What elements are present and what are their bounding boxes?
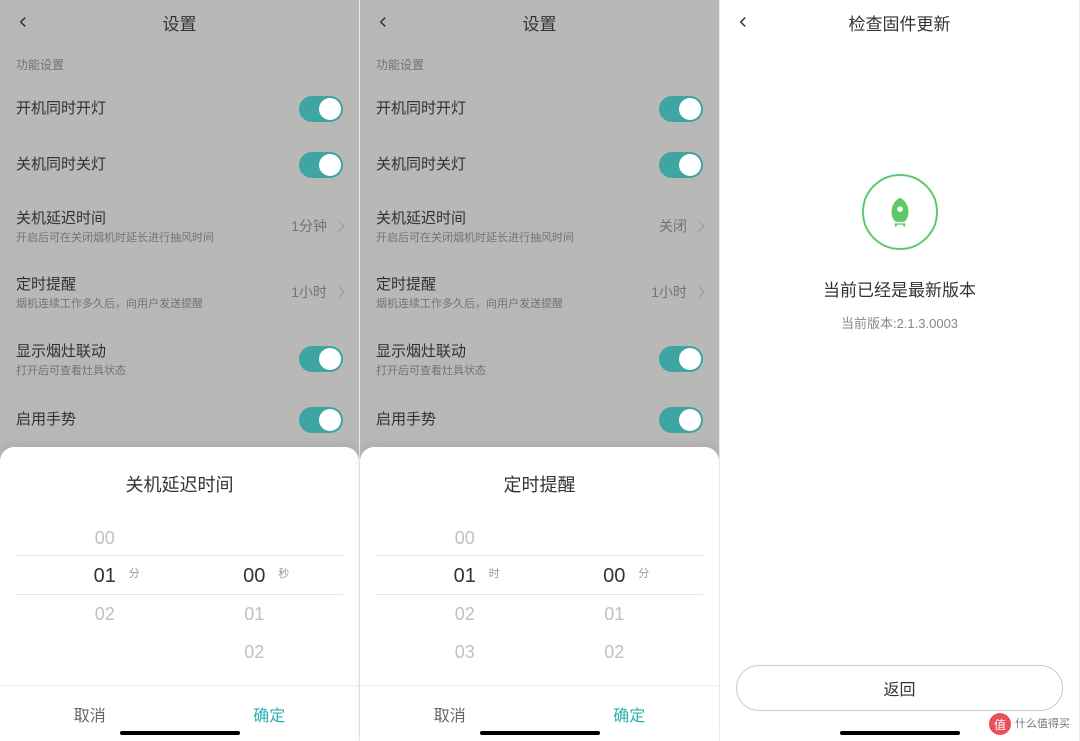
watermark: 值 什么值得买 <box>989 713 1070 735</box>
row-subtitle: 开启后可在关闭烟机时延长进行抽风时间 <box>16 231 291 245</box>
home-indicator <box>120 731 240 735</box>
row-light-on-boot[interactable]: 开机同时开灯 <box>0 81 359 137</box>
chevron-right-icon <box>333 287 344 298</box>
row-title: 显示烟灶联动 <box>376 340 659 361</box>
row-title: 开机同时开灯 <box>16 97 299 118</box>
picker-sheet: 定时提醒 00 01 02 03 时 00 01 02 分 取消 确定 <box>360 447 719 741</box>
row-title: 显示烟灶联动 <box>16 340 299 361</box>
picker-item: 00 <box>95 519 115 557</box>
row-light-off-shutdown[interactable]: 关机同时关灯 <box>0 137 359 193</box>
picker-item-selected: 01 <box>454 557 476 595</box>
rocket-icon <box>862 174 938 250</box>
picker-unit: 秒 <box>278 565 289 581</box>
header: 设置 <box>360 0 719 44</box>
back-icon[interactable] <box>734 12 754 32</box>
section-label: 功能设置 <box>360 44 719 81</box>
picker-wrap[interactable]: 00 01 02 分 00 01 02 秒 <box>0 515 359 685</box>
sheet-title: 关机延迟时间 <box>0 447 359 515</box>
sheet-title: 定时提醒 <box>360 447 719 515</box>
row-title: 关机延迟时间 <box>16 207 291 228</box>
chevron-right-icon <box>693 220 704 231</box>
toggle-switch[interactable] <box>299 407 343 433</box>
row-subtitle: 烟机连续工作多久后，向用户发送提醒 <box>376 297 651 311</box>
back-button[interactable]: 返回 <box>736 665 1063 711</box>
picker-wrap[interactable]: 00 01 02 03 时 00 01 02 分 <box>360 515 719 685</box>
row-enable-gesture[interactable]: 启用手势 <box>0 392 359 448</box>
picker-sheet: 关机延迟时间 00 01 02 分 00 01 02 秒 取消 确定 <box>0 447 359 741</box>
toggle-switch[interactable] <box>299 96 343 122</box>
row-value: 1小时 <box>651 282 687 302</box>
row-title: 关机延迟时间 <box>376 207 659 228</box>
picker-item-selected: 00 <box>243 557 265 595</box>
picker-col-second[interactable]: 00 01 02 秒 <box>180 515 330 673</box>
row-timer-reminder[interactable]: 定时提醒 烟机连续工作多久后，向用户发送提醒 1小时 <box>360 259 719 325</box>
watermark-icon: 值 <box>989 713 1011 735</box>
picker-item: 01 <box>604 595 624 633</box>
page-title: 设置 <box>523 10 557 35</box>
row-title: 关机同时关灯 <box>376 153 659 174</box>
home-indicator <box>480 731 600 735</box>
watermark-text: 什么值得买 <box>1015 719 1070 730</box>
picker-item: 02 <box>455 595 475 633</box>
row-subtitle: 打开后可查看灶具状态 <box>16 364 299 378</box>
firmware-content: 当前已经是最新版本 当前版本:2.1.3.0003 <box>720 44 1079 332</box>
row-shutdown-delay[interactable]: 关机延迟时间 开启后可在关闭烟机时延长进行抽风时间 1分钟 <box>0 193 359 259</box>
row-show-stove-link[interactable]: 显示烟灶联动 打开后可查看灶具状态 <box>360 326 719 392</box>
back-icon[interactable] <box>14 12 34 32</box>
row-value: 1分钟 <box>291 216 327 236</box>
page-title: 检查固件更新 <box>849 10 951 35</box>
picker-unit: 时 <box>489 565 500 581</box>
picker-col-hour[interactable]: 00 01 02 03 时 <box>390 515 540 673</box>
screen-shutdown-delay: 设置 功能设置 开机同时开灯 关机同时关灯 关机延迟时间 开启后可在关闭烟机时延… <box>0 0 360 741</box>
picker-item: 02 <box>604 633 624 671</box>
row-enable-gesture[interactable]: 启用手势 <box>360 392 719 448</box>
row-show-stove-link[interactable]: 显示烟灶联动 打开后可查看灶具状态 <box>0 326 359 392</box>
row-value: 关闭 <box>659 216 687 236</box>
toggle-switch[interactable] <box>659 96 703 122</box>
chevron-right-icon <box>333 220 344 231</box>
chevron-right-icon <box>693 287 704 298</box>
home-indicator <box>840 731 960 735</box>
toggle-switch[interactable] <box>659 407 703 433</box>
picker-item-selected: 01 <box>94 557 116 595</box>
screen-timer-reminder: 设置 功能设置 开机同时开灯 关机同时关灯 关机延迟时间 开启后可在关闭烟机时延… <box>360 0 720 741</box>
row-subtitle: 打开后可查看灶具状态 <box>376 364 659 378</box>
row-light-on-boot[interactable]: 开机同时开灯 <box>360 81 719 137</box>
row-light-off-shutdown[interactable]: 关机同时关灯 <box>360 137 719 193</box>
row-title: 启用手势 <box>16 408 299 429</box>
toggle-switch[interactable] <box>299 346 343 372</box>
screen-firmware-update: 检查固件更新 当前已经是最新版本 当前版本:2.1.3.0003 返回 <box>720 0 1080 741</box>
row-title: 开机同时开灯 <box>376 97 659 118</box>
firmware-version: 当前版本:2.1.3.0003 <box>841 313 958 332</box>
picker-col-minute[interactable]: 00 01 02 分 <box>30 515 180 673</box>
row-title: 定时提醒 <box>376 273 651 294</box>
header: 检查固件更新 <box>720 0 1079 44</box>
picker-col-minute[interactable]: 00 01 02 分 <box>540 515 690 673</box>
back-icon[interactable] <box>374 12 394 32</box>
row-subtitle: 开启后可在关闭烟机时延长进行抽风时间 <box>376 231 659 245</box>
toggle-switch[interactable] <box>299 152 343 178</box>
row-title: 关机同时关灯 <box>16 153 299 174</box>
row-title: 启用手势 <box>376 408 659 429</box>
header: 设置 <box>0 0 359 44</box>
picker-item: 02 <box>244 633 264 671</box>
picker-unit: 分 <box>129 565 140 581</box>
row-timer-reminder[interactable]: 定时提醒 烟机连续工作多久后，向用户发送提醒 1小时 <box>0 259 359 325</box>
picker-unit: 分 <box>638 565 649 581</box>
page-title: 设置 <box>163 10 197 35</box>
picker-item: 01 <box>244 595 264 633</box>
firmware-message: 当前已经是最新版本 <box>823 276 976 301</box>
picker-item: 02 <box>95 595 115 633</box>
picker-item-selected: 00 <box>603 557 625 595</box>
toggle-switch[interactable] <box>659 346 703 372</box>
row-subtitle: 烟机连续工作多久后，向用户发送提醒 <box>16 297 291 311</box>
picker-item: 03 <box>455 633 475 671</box>
row-title: 定时提醒 <box>16 273 291 294</box>
toggle-switch[interactable] <box>659 152 703 178</box>
section-label: 功能设置 <box>0 44 359 81</box>
row-value: 1小时 <box>291 282 327 302</box>
row-shutdown-delay[interactable]: 关机延迟时间 开启后可在关闭烟机时延长进行抽风时间 关闭 <box>360 193 719 259</box>
picker-item: 00 <box>455 519 475 557</box>
